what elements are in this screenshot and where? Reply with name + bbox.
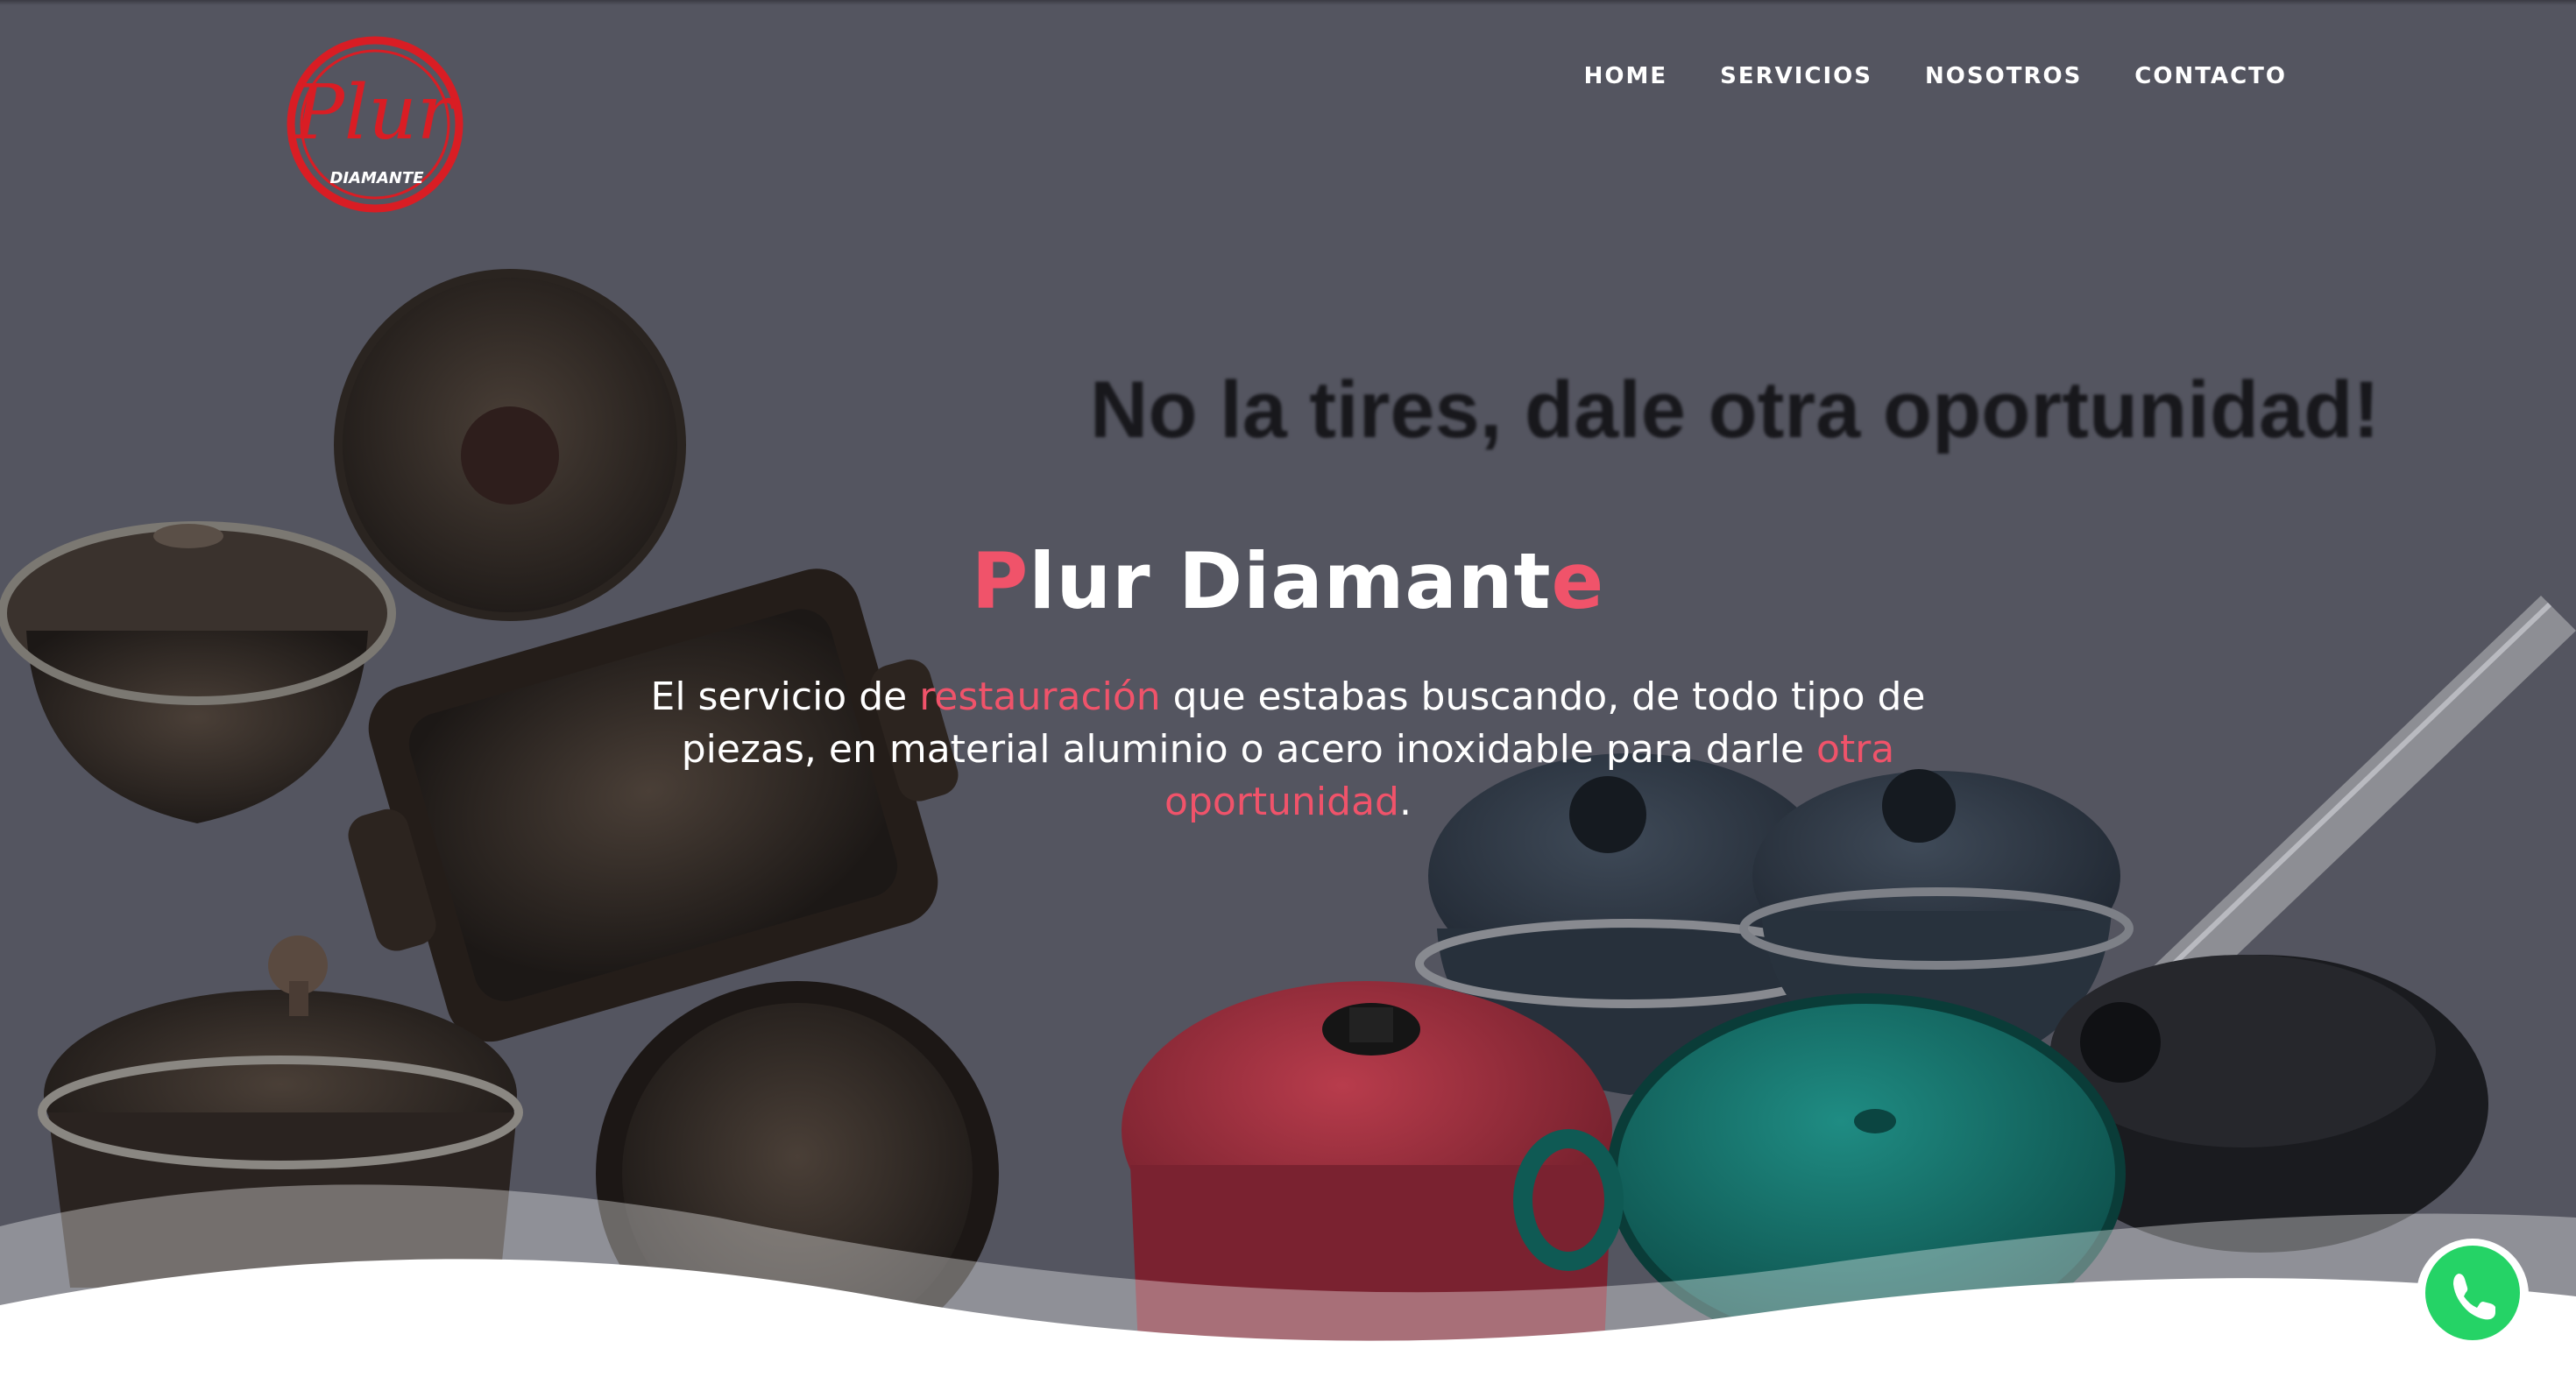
hero-description: El servicio de restauración que estabas … bbox=[631, 671, 1945, 829]
title-first-letter: P bbox=[971, 536, 1030, 626]
desc-part3: . bbox=[1398, 780, 1412, 824]
nav-nosotros[interactable]: NOSOTROS bbox=[1925, 63, 2082, 89]
desc-highlight-restauracion: restauración bbox=[919, 674, 1161, 719]
logo-sub-text: DIAMANTE bbox=[329, 169, 424, 187]
hero-tagline: No la tires, dale otra oportunidad! bbox=[1089, 365, 2381, 455]
brand-logo[interactable]: Plur DIAMANTE bbox=[286, 35, 464, 214]
hero-title: Plur Diamante bbox=[0, 536, 2576, 626]
nav-servicios[interactable]: SERVICIOS bbox=[1720, 63, 1872, 89]
whatsapp-icon[interactable] bbox=[2415, 1237, 2530, 1352]
desc-part1: El servicio de bbox=[650, 674, 920, 719]
nav-home[interactable]: HOME bbox=[1584, 63, 1668, 89]
utensil-handle bbox=[2138, 596, 2576, 1016]
main-nav: HOME SERVICIOS NOSOTROS CONTACTO bbox=[1584, 63, 2287, 89]
title-middle: lur Diamant bbox=[1029, 536, 1552, 626]
nav-contacto[interactable]: CONTACTO bbox=[2134, 63, 2287, 89]
hero-section: Plur DIAMANTE HOME SERVICIOS NOSOTROS CO… bbox=[0, 0, 2576, 1398]
wave-divider bbox=[0, 1184, 2576, 1398]
logo-script-text: Plur bbox=[292, 69, 457, 157]
title-last-letter: e bbox=[1551, 536, 1605, 626]
